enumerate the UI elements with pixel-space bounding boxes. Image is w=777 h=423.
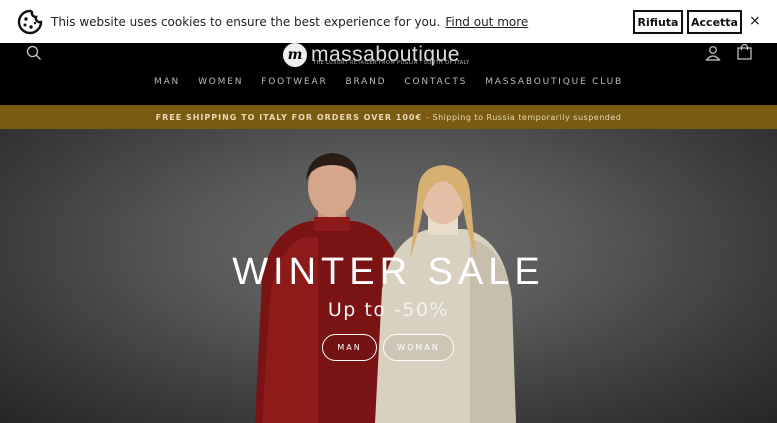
nav-item-brand[interactable]: BRAND xyxy=(346,77,387,87)
nav-item-massaboutique-club[interactable]: MASSABOUTIQUE CLUB xyxy=(485,77,623,87)
main-nav: MAN WOMEN FOOTWEAR BRAND CONTACTS MASSAB… xyxy=(0,77,777,87)
logo-mark-letter: m xyxy=(287,47,303,63)
shop-man-button[interactable]: MAN xyxy=(322,334,377,361)
nav-item-man[interactable]: MAN xyxy=(154,77,180,87)
female-model-figure xyxy=(375,165,516,423)
cookie-message: This website uses cookies to ensure the … xyxy=(51,14,441,29)
nav-item-women[interactable]: WOMEN xyxy=(198,77,243,87)
reject-cookies-button[interactable]: Rifiuta xyxy=(633,10,683,34)
cart-icon[interactable] xyxy=(737,44,752,60)
account-icon[interactable] xyxy=(705,45,721,61)
site-header: m massaboutique THE LUXURY RETAILER FROM… xyxy=(0,43,777,105)
find-out-more-link[interactable]: Find out more xyxy=(445,15,528,29)
free-shipping-text: FREE SHIPPING TO ITALY FOR ORDERS OVER 1… xyxy=(155,112,423,122)
cookie-icon xyxy=(17,9,43,34)
cookie-banner: This website uses cookies to ensure the … xyxy=(0,0,777,43)
logo-mark: m xyxy=(283,43,307,67)
hero-banner[interactable]: WINTER SALE Up to -50% MAN WOMAN xyxy=(0,129,777,423)
page: This website uses cookies to ensure the … xyxy=(0,0,777,423)
accept-cookies-button[interactable]: Accetta xyxy=(687,10,742,34)
nav-item-contacts[interactable]: CONTACTS xyxy=(404,77,467,87)
close-icon[interactable]: × xyxy=(749,13,761,29)
shop-woman-button[interactable]: WOMAN xyxy=(383,334,454,361)
nav-item-footwear[interactable]: FOOTWEAR xyxy=(261,77,327,87)
logo-tagline: THE LUXURY RETAILER FROM PUGLIA · SOUTH … xyxy=(313,60,470,66)
shipping-notice-text: - Shipping to Russia temporarily suspend… xyxy=(426,112,622,122)
shipping-banner: FREE SHIPPING TO ITALY FOR ORDERS OVER 1… xyxy=(0,105,777,129)
search-icon[interactable] xyxy=(26,45,42,61)
hero-title: WINTER SALE xyxy=(232,251,545,293)
hero-subtitle: Up to -50% xyxy=(327,299,450,321)
